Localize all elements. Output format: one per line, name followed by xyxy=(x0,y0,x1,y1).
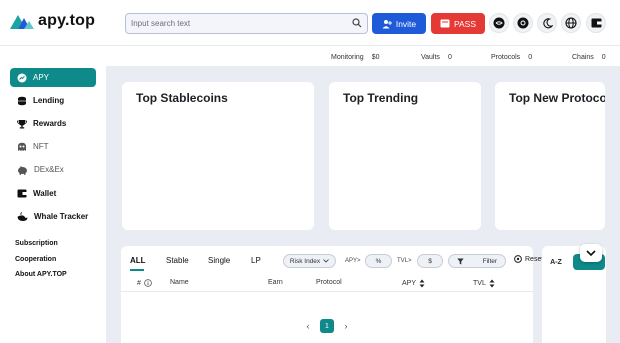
user-plus-icon xyxy=(382,19,392,28)
column-apy[interactable]: APY xyxy=(402,279,425,288)
chevron-down-icon xyxy=(323,259,329,263)
table-header: # Name Earn Protocol APY TVL xyxy=(121,274,533,292)
column-earn[interactable]: Earn xyxy=(268,279,283,286)
stat-chains: Chains 0 xyxy=(572,54,606,61)
sidebar-item-lending[interactable]: Lending xyxy=(10,91,96,110)
tab-stable[interactable]: Stable xyxy=(166,256,189,265)
expand-button[interactable] xyxy=(580,244,602,262)
next-page-button[interactable]: › xyxy=(339,319,353,333)
card-top-new-protocols[interactable]: Top New Protocols xyxy=(495,82,605,230)
card-top-trending[interactable]: Top Trending xyxy=(329,82,481,230)
pass-label: PASS xyxy=(453,18,477,29)
filter-icon xyxy=(457,258,464,264)
language-button[interactable] xyxy=(561,13,581,33)
about-link[interactable]: About APY.TOP xyxy=(15,271,67,278)
stat-protocols: Protocols 0 xyxy=(491,54,533,61)
lending-icon xyxy=(18,96,26,105)
card-title: Top Trending xyxy=(343,91,419,105)
sidebar-item-wallet[interactable]: Wallet xyxy=(10,184,96,203)
sidebar-item-whale-tracker[interactable]: Whale Tracker xyxy=(10,207,96,226)
invite-button[interactable]: Invite xyxy=(372,13,426,34)
stats-bar: Monitoring $0 Vaults 0 Protocols 0 Chains 0 xyxy=(0,47,620,67)
card-title: Top New Protocols xyxy=(509,91,605,105)
tab-lp[interactable]: LP xyxy=(251,256,261,265)
tab-all[interactable]: ALL xyxy=(130,256,146,265)
apy-icon xyxy=(17,73,27,82)
chat-button[interactable] xyxy=(489,13,509,33)
whale-icon xyxy=(17,211,28,221)
risk-index-select[interactable]: Risk Index xyxy=(283,254,336,268)
column-protocol[interactable]: Protocol xyxy=(316,279,342,286)
chevron-down-icon xyxy=(586,250,596,256)
theme-toggle-button[interactable] xyxy=(537,13,557,33)
sort-az-button[interactable]: A-Z xyxy=(543,254,569,270)
sidebar-item-rewards[interactable]: Rewards xyxy=(10,114,96,133)
wallet-connect-button[interactable] xyxy=(586,13,606,33)
cooperation-link[interactable]: Cooperation xyxy=(15,256,56,263)
apy-filter-input[interactable]: % xyxy=(365,254,392,268)
search-box[interactable] xyxy=(125,13,368,34)
sidebar-item-apy[interactable]: APY xyxy=(10,68,96,87)
search-input[interactable] xyxy=(131,16,346,31)
tab-single[interactable]: Single xyxy=(208,256,230,265)
wallet-icon xyxy=(17,189,27,198)
main-content: Top Stablecoins Top Trending Top New Pro… xyxy=(106,66,620,343)
apy-filter-label: APY> xyxy=(345,258,361,264)
reset-button[interactable]: Reset xyxy=(514,255,543,263)
reset-icon xyxy=(514,255,522,263)
trophy-icon xyxy=(17,119,27,128)
search-icon[interactable] xyxy=(352,18,362,28)
column-tvl[interactable]: TVL xyxy=(473,279,495,288)
piggy-bank-icon xyxy=(18,165,27,175)
card-top-stablecoins[interactable]: Top Stablecoins xyxy=(122,82,314,230)
prev-page-button[interactable]: ‹ xyxy=(301,319,315,333)
column-rank: # xyxy=(137,279,152,287)
moon-icon xyxy=(542,17,553,28)
subscription-link[interactable]: Subscription xyxy=(15,240,58,247)
wallet-connect-icon xyxy=(591,18,601,28)
stat-monitoring: Monitoring $0 xyxy=(331,54,380,61)
active-tab-indicator xyxy=(130,269,144,271)
top-bar: apy.top Invite PASS xyxy=(0,0,620,46)
card-title: Top Stablecoins xyxy=(136,91,228,105)
sidebar-item-nft[interactable]: NFT xyxy=(10,137,96,156)
nft-icon xyxy=(18,142,26,151)
sort-icon xyxy=(419,279,425,288)
vault-table-panel: ALL Stable Single LP Risk Index APY> % T… xyxy=(121,246,543,343)
invite-label: Invite xyxy=(395,18,417,29)
logo-icon xyxy=(10,15,34,29)
sidebar: APY Lending Rewards NFT DEx&Ex Wallet Wh… xyxy=(0,66,106,343)
pagination: ‹ 1 › xyxy=(301,319,353,333)
community-icon xyxy=(517,17,529,29)
tvl-filter-input[interactable]: $ xyxy=(417,254,443,268)
page-number-current[interactable]: 1 xyxy=(320,319,334,333)
sort-icon xyxy=(489,279,495,288)
logo[interactable]: apy.top xyxy=(10,12,95,30)
globe-icon xyxy=(565,17,577,29)
chat-icon xyxy=(493,17,505,29)
stat-vaults: Vaults 0 xyxy=(421,54,452,61)
pass-card-icon xyxy=(440,19,450,28)
community-button[interactable] xyxy=(513,13,533,33)
logo-text: apy.top xyxy=(38,12,96,29)
info-icon[interactable] xyxy=(144,279,152,287)
column-name[interactable]: Name xyxy=(170,279,189,286)
tvl-filter-label: TVL> xyxy=(397,258,412,264)
sidebar-item-dex[interactable]: DEx&Ex xyxy=(10,160,96,179)
filter-button[interactable]: Filter xyxy=(448,254,506,268)
pass-button[interactable]: PASS xyxy=(431,13,485,34)
